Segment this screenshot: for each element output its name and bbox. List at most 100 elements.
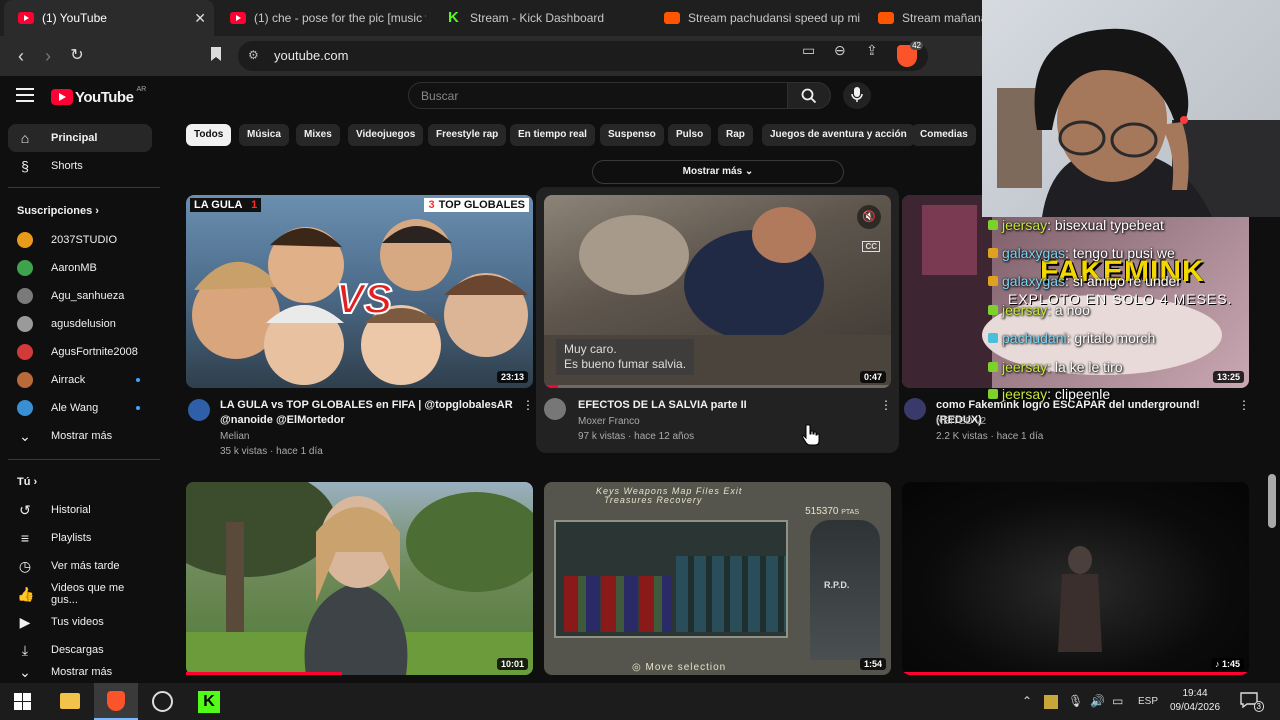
chat-message: jeersay: la ke le tiro bbox=[988, 359, 1123, 375]
channel-name[interactable]: Melian bbox=[220, 429, 249, 444]
address-bar[interactable]: ⚙ youtube.com bbox=[238, 41, 928, 71]
windows-start-icon[interactable] bbox=[14, 693, 31, 710]
sidebar-item-home[interactable]: ⌂ Principal bbox=[8, 124, 152, 152]
thumbnail-left-tag: LA GULA 1 bbox=[190, 198, 262, 212]
sidebar-item-label: Shorts bbox=[51, 160, 83, 172]
obs-icon[interactable] bbox=[152, 691, 173, 712]
sidebar-item-shorts[interactable]: § Shorts bbox=[8, 152, 152, 180]
chat-badge-icon bbox=[988, 333, 998, 343]
sidebar-item-you-show-more[interactable]: ⌄ Mostrar más bbox=[8, 664, 152, 680]
network-icon[interactable]: ▭ bbox=[1112, 694, 1123, 708]
sidebar-item-downloads[interactable]: ⤓ Descargas bbox=[8, 636, 152, 664]
microphone-tray-icon[interactable]: 🎙 bbox=[1068, 694, 1083, 708]
new-content-dot bbox=[136, 378, 140, 382]
browser-tab-music-video[interactable]: (1) che - pose for the pic [music vi bbox=[216, 0, 426, 36]
tray-app-icon[interactable] bbox=[1044, 695, 1058, 709]
chip-suspense[interactable]: Suspenso bbox=[600, 124, 664, 146]
video-preview[interactable]: Muy caro. Es bueno fumar salvia. 🔇 CC 0:4… bbox=[544, 195, 891, 388]
video-thumbnail[interactable]: 10:01 bbox=[186, 482, 533, 675]
ammo-items bbox=[564, 576, 672, 632]
video-thumbnail[interactable]: Keys Weapons Map Files Exit Treasures Re… bbox=[544, 482, 891, 675]
back-icon[interactable]: ‹ bbox=[10, 45, 32, 67]
sidebar-item-playlists[interactable]: ≡ Playlists bbox=[8, 524, 152, 552]
video-title[interactable]: LA GULA vs TOP GLOBALES en FIFA | @topgl… bbox=[220, 398, 520, 428]
video-duration: 1:54 bbox=[859, 658, 886, 670]
browser-tab-youtube[interactable]: (1) YouTube ✕ bbox=[4, 0, 214, 36]
forward-icon[interactable]: › bbox=[37, 45, 59, 67]
sidebar-item-label: Agu_sanhueza bbox=[51, 290, 125, 302]
sidebar-item-your-videos[interactable]: ▶ Tus videos bbox=[8, 608, 152, 636]
channel-avatar[interactable] bbox=[544, 398, 566, 420]
sidebar-item-liked-videos[interactable]: 👍 Videos que me gus... bbox=[8, 580, 152, 608]
voice-search-button[interactable] bbox=[843, 82, 871, 109]
site-settings-icon[interactable]: ⚙ bbox=[248, 48, 259, 62]
watched-progress-track bbox=[186, 672, 533, 675]
sidebar-sub-airrack[interactable]: Airrack bbox=[8, 366, 152, 394]
sidebar-sub-agusdelusion[interactable]: agusdelusion bbox=[8, 310, 152, 338]
sidebar-item-watch-later[interactable]: ◷ Ver más tarde bbox=[8, 552, 152, 580]
youtube-logo[interactable]: YouTube AR bbox=[51, 86, 146, 107]
browser-tab-kick[interactable]: K Stream - Kick Dashboard bbox=[434, 0, 644, 36]
chip-rap[interactable]: Rap bbox=[718, 124, 753, 146]
sidebar-sub-2037studio[interactable]: 2037STUDIO bbox=[8, 226, 152, 254]
channel-avatar[interactable] bbox=[188, 399, 210, 421]
sidebar-sub-agusfortnite2008[interactable]: AgusFortnite2008 bbox=[8, 338, 152, 366]
more-options-icon[interactable]: ⋮ bbox=[522, 398, 534, 412]
mute-icon[interactable]: 🔇 bbox=[857, 205, 881, 229]
chip-music[interactable]: Música bbox=[239, 124, 289, 146]
cast-icon[interactable]: ▭ bbox=[802, 42, 815, 59]
chip-freestyle-rap[interactable]: Freestyle rap bbox=[428, 124, 507, 146]
kick-app-icon[interactable]: K bbox=[198, 691, 220, 713]
zoom-icon[interactable]: ⊖ bbox=[834, 42, 846, 59]
search-field[interactable] bbox=[408, 82, 788, 109]
sidebar-sub-aaronmb[interactable]: AaronMB bbox=[8, 254, 152, 282]
reload-icon[interactable]: ↻ bbox=[66, 45, 88, 67]
subscriptions-header[interactable]: Suscripciones › bbox=[17, 205, 99, 217]
volume-icon[interactable]: 🔊 bbox=[1090, 694, 1105, 708]
channel-name[interactable]: NEITED v2 bbox=[936, 414, 986, 429]
chip-videogames[interactable]: Videojuegos bbox=[348, 124, 424, 146]
page-scrollbar[interactable] bbox=[1268, 474, 1276, 528]
video-title[interactable]: EFECTOS DE LA SALVIA parte II bbox=[578, 398, 878, 413]
close-tab-icon[interactable]: ✕ bbox=[194, 10, 206, 27]
search-icon bbox=[801, 88, 817, 104]
chip-comedies[interactable]: Comedias bbox=[912, 124, 976, 146]
language-indicator[interactable]: ESP bbox=[1138, 696, 1158, 707]
youtube-icon bbox=[18, 12, 34, 24]
chevron-down-icon: ⌄ bbox=[19, 664, 31, 680]
chip-all[interactable]: Todos bbox=[186, 124, 232, 146]
brave-shields-icon[interactable]: 42 bbox=[897, 41, 923, 67]
tray-overflow-icon[interactable]: ⌃ bbox=[1022, 694, 1032, 708]
chip-live[interactable]: En tiempo real bbox=[510, 124, 595, 146]
sidebar-item-history[interactable]: ↺ Historial bbox=[8, 496, 152, 524]
video-thumbnail[interactable]: VS LA GULA 1 3 TOP GLOBALES 23:13 bbox=[186, 195, 533, 388]
browser-tab-soundcloud-2[interactable]: Stream mañana bbox=[864, 0, 982, 36]
chip-mixes[interactable]: Mixes bbox=[296, 124, 340, 146]
notifications-icon[interactable]: 3 bbox=[1240, 692, 1264, 712]
search-button[interactable] bbox=[788, 82, 831, 109]
menu-icon[interactable] bbox=[16, 88, 34, 102]
captions-icon[interactable]: CC bbox=[862, 241, 880, 252]
chip-pulse[interactable]: Pulso bbox=[668, 124, 712, 146]
video-captions: Muy caro. Es bueno fumar salvia. bbox=[556, 339, 695, 375]
more-options-icon[interactable]: ⋮ bbox=[880, 398, 892, 412]
taskbar-brave-active[interactable] bbox=[94, 683, 138, 720]
chips-show-more-button[interactable]: Mostrar más ⌄ bbox=[592, 160, 844, 184]
clock[interactable]: 19:44 09/04/2026 bbox=[1166, 687, 1224, 715]
chip-adventure-action[interactable]: Juegos de aventura y acción bbox=[762, 124, 915, 146]
you-header[interactable]: Tú › bbox=[17, 476, 37, 488]
browser-tab-soundcloud-1[interactable]: Stream pachudansi speed up mixe bbox=[650, 0, 860, 36]
share-icon[interactable]: ⇪ bbox=[866, 42, 878, 59]
chat-message: galaxygas: si amigo re under bbox=[988, 273, 1181, 289]
sidebar-sub-ale-wang[interactable]: Ale Wang bbox=[8, 394, 152, 422]
channel-name[interactable]: Moxer Franco bbox=[578, 414, 640, 429]
avatar bbox=[17, 260, 33, 276]
sidebar-subs-show-more[interactable]: ⌄ Mostrar más bbox=[8, 422, 152, 450]
search-input[interactable] bbox=[409, 83, 787, 108]
bookmark-icon[interactable] bbox=[205, 45, 227, 67]
file-explorer-icon[interactable] bbox=[60, 693, 80, 709]
video-thumbnail[interactable]: ♪ 1:45 bbox=[902, 482, 1249, 675]
channel-avatar[interactable] bbox=[904, 398, 926, 420]
sidebar-sub-agu-sanhueza[interactable]: Agu_sanhueza bbox=[8, 282, 152, 310]
more-options-icon[interactable]: ⋮ bbox=[1238, 398, 1250, 412]
